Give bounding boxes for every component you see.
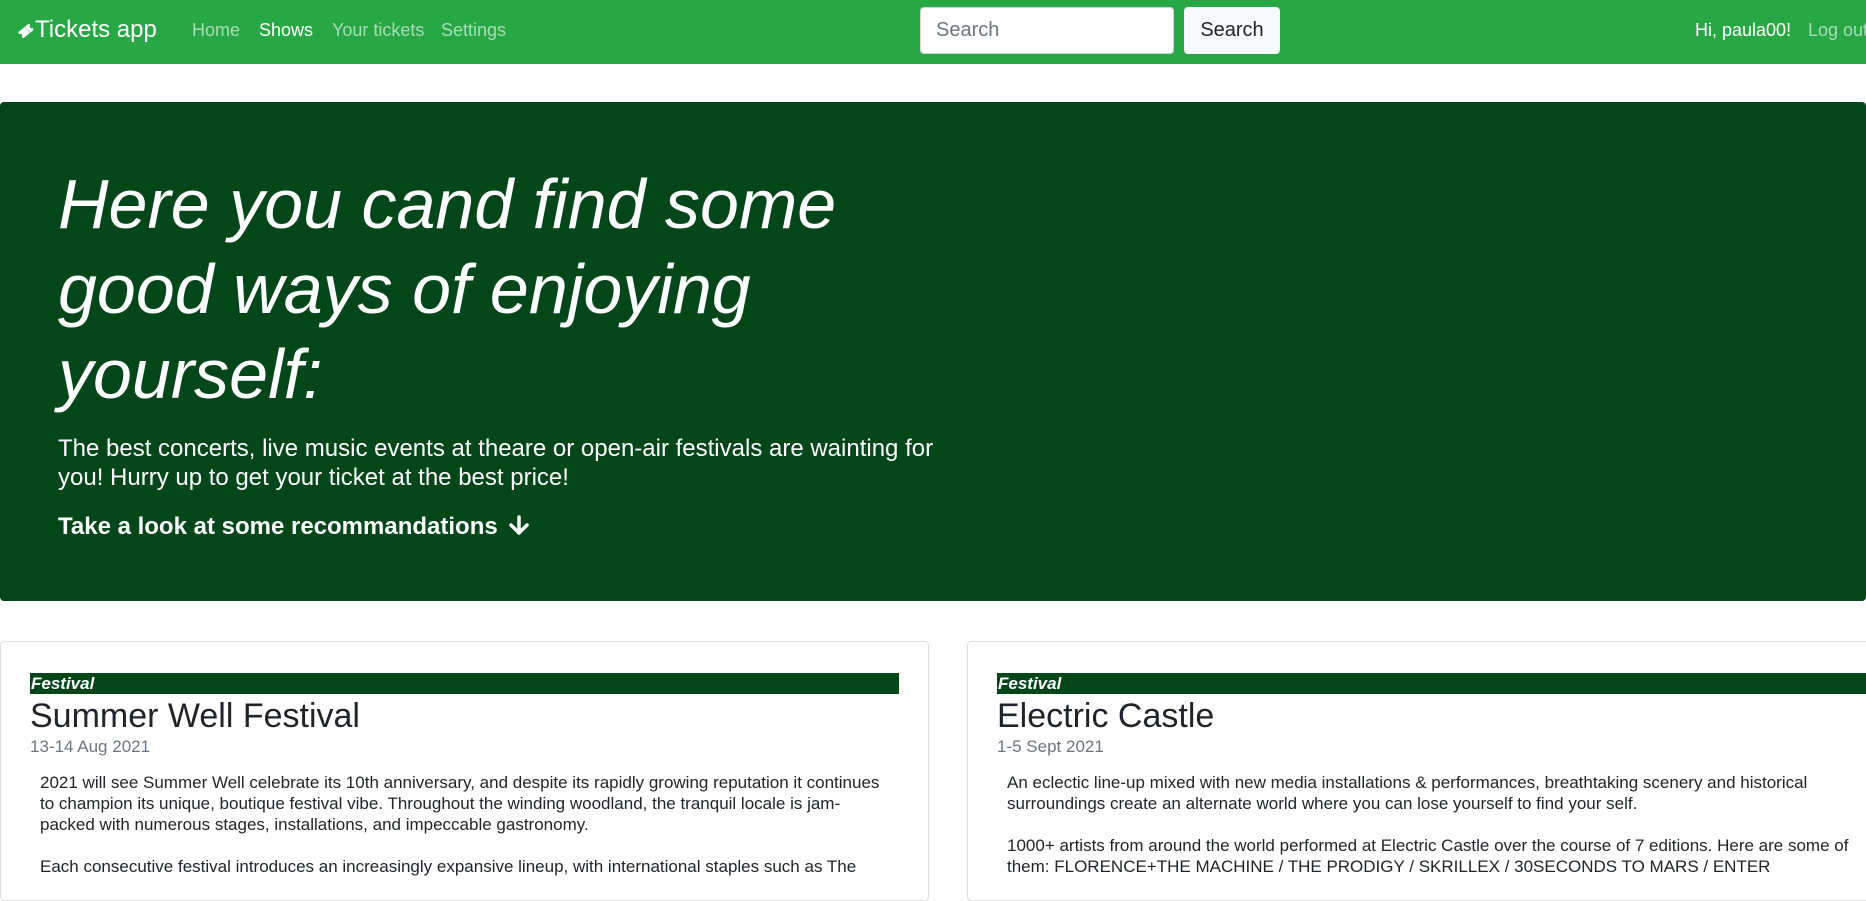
description-paragraph: 1000+ artists from around the world perf… <box>1007 836 1849 876</box>
user-greeting: Hi, paula00! <box>1695 20 1792 40</box>
category-badge: Festival <box>30 673 899 694</box>
description-paragraph: 2021 will see Summer Well celebrate its … <box>40 773 880 834</box>
brand-name: Tickets app <box>35 16 157 43</box>
arrow-down-icon <box>509 515 530 535</box>
show-description: An eclectic line-up mixed with new media… <box>1007 772 1866 898</box>
hero-recommendations-heading: Take a look at some recommandations <box>58 512 530 542</box>
nav-link-your-tickets[interactable]: Your tickets <box>332 19 424 41</box>
show-date: 1-5 Sept 2021 <box>997 737 1104 756</box>
hero-jumbotron: Here you cand find some good ways of enj… <box>0 102 1866 601</box>
show-title[interactable]: Electric Castle <box>997 695 1214 737</box>
show-card[interactable]: Festival Electric Castle 1-5 Sept 2021 A… <box>967 641 1866 901</box>
show-date: 13-14 Aug 2021 <box>30 737 151 756</box>
nav-link-home[interactable]: Home <box>192 19 240 41</box>
show-card[interactable]: Festival Summer Well Festival 13-14 Aug … <box>0 641 929 901</box>
hero-title: Here you cand find some good ways of enj… <box>58 165 837 413</box>
search-input[interactable] <box>920 7 1174 54</box>
show-title[interactable]: Summer Well Festival <box>30 695 360 737</box>
logout-link[interactable]: Log out <box>1808 20 1866 41</box>
ticket-icon <box>18 23 34 39</box>
brand-logo[interactable]: Tickets app <box>18 14 157 46</box>
top-navbar: Tickets app Home Shows Your tickets Sett… <box>0 0 1866 64</box>
nav-link-shows[interactable]: Shows <box>259 19 313 41</box>
nav-link-settings[interactable]: Settings <box>441 19 506 41</box>
show-description: 2021 will see Summer Well celebrate its … <box>40 772 890 898</box>
search-button[interactable]: Search <box>1184 7 1280 54</box>
category-badge: Festival <box>997 673 1866 694</box>
hero-cta-label: Take a look at some recommandations <box>58 513 498 540</box>
description-paragraph: An eclectic line-up mixed with new media… <box>1007 773 1808 813</box>
description-paragraph: Each consecutive festival introduces an … <box>40 857 857 876</box>
hero-lead-text: The best concerts, live music events at … <box>58 435 934 491</box>
